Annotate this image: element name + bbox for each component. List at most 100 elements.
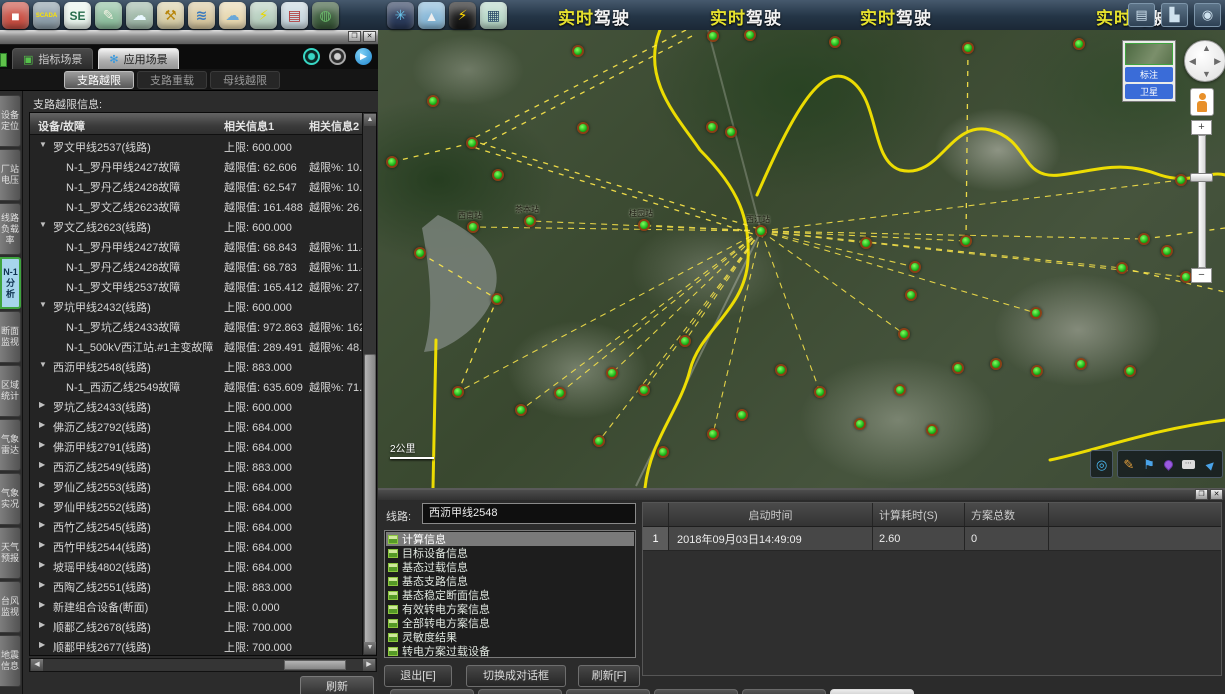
bottom-tab-stub[interactable] [390,689,474,694]
table-row[interactable]: ▼ 罗文乙线2623(线路) 上限: 600.000 [30,215,362,235]
target-toggle-icon[interactable] [329,48,346,65]
table-row[interactable]: ▶ 罗仙甲线2552(线路) 上限: 684.000 [30,495,362,515]
horizontal-scrollbar[interactable]: ◀ ▶ [29,658,377,672]
table-row[interactable]: ▶ 罗坑乙线2433(线路) 上限: 600.000 [30,395,362,415]
map-satellite-toggle[interactable]: 卫星 [1125,84,1173,99]
table-row[interactable]: ▶ 坡瑶甲线4802(线路) 上限: 684.000 [30,555,362,575]
sidebar-tab[interactable]: 厂站电压 [0,149,21,201]
table-row[interactable]: ▶ 西沥乙线2549(线路) 上限: 883.000 [30,455,362,475]
station-dot-icon[interactable] [905,289,917,301]
station-dot-icon[interactable] [427,95,439,107]
toolbar-window-icon[interactable]: ▤ [1128,3,1155,27]
navigate-arrow-icon[interactable]: ► [1201,455,1219,473]
scene-tab[interactable]: ▣ 指标场景 [12,48,93,69]
station-dot-icon[interactable] [854,418,866,430]
station-dot-icon[interactable] [414,247,426,259]
satellite-map[interactable]: 西南站 茶本站 桂园站 西江站 [378,30,1225,488]
sidebar-tab[interactable]: 气象雷达 [0,419,21,471]
expander-icon[interactable]: ▶ [39,520,45,529]
station-dot-icon[interactable] [707,30,719,42]
expander-icon[interactable]: ▶ [39,640,45,649]
toolbar-window-icon[interactable]: ◉ [1194,3,1221,27]
station-dot-icon[interactable] [1116,262,1128,274]
pan-up-icon[interactable]: ▲ [1202,43,1211,53]
table-row[interactable]: N-1_罗丹甲线2427故障 越限值: 62.606 越限%: 10.4 [30,155,362,175]
expander-icon[interactable]: ▼ [39,360,47,369]
station-dot-icon[interactable] [829,36,841,48]
table-row[interactable]: ▼ 罗文甲线2537(线路) 上限: 600.000 [30,135,362,155]
pencil-draw-icon[interactable]: ✎ [1123,458,1134,471]
list-item[interactable]: 有效转电方案信息 [386,602,634,616]
sidebar-tab[interactable]: 台风监视 [0,581,21,633]
station-dot-icon[interactable] [725,126,737,138]
station-dot-icon[interactable] [814,386,826,398]
map-pin-icon[interactable] [1162,458,1175,471]
flag-icon[interactable]: ⚑ [1143,458,1155,471]
scene-tab[interactable]: ✻ 应用场景 [98,48,178,69]
table-row[interactable]: N-1_罗文甲线2537故障 越限值: 165.412 越限%: 27.5 [30,275,362,295]
horizontal-scroll-thumb[interactable] [284,660,346,670]
station-dot-icon[interactable] [492,169,504,181]
expander-icon[interactable]: ▶ [39,460,45,469]
station-dot-icon[interactable] [452,386,464,398]
table-row[interactable]: N-1_西沥乙线2549故障 越限值: 635.609 越限%: 71.9 [30,375,362,395]
expander-icon[interactable]: ▶ [39,540,45,549]
table-row[interactable]: ▼ 罗坑甲线2432(线路) 上限: 600.000 [30,295,362,315]
expander-icon[interactable]: ▶ [39,580,45,589]
expander-icon[interactable]: ▼ [39,140,47,149]
station-dot-icon[interactable] [909,261,921,273]
station-dot-icon[interactable] [638,219,650,231]
app-icon[interactable]: ▤ [281,2,308,29]
app-icon[interactable]: ✎ [95,2,122,29]
app-icon[interactable]: ▦ [480,2,507,29]
table-row[interactable]: ▶ 西竹甲线2544(线路) 上限: 684.000 [30,535,362,555]
app-icon[interactable]: ☁ [219,2,246,29]
table-row[interactable]: N-1_罗坑乙线2433故障 越限值: 972.863 越限%: 162 [30,315,362,335]
table-row[interactable]: ▶ 顺鄱乙线2678(线路) 上限: 700.000 [30,615,362,635]
table-row[interactable]: ▶ 西陶乙线2551(线路) 上限: 883.000 [30,575,362,595]
table-row[interactable]: N-1_罗文乙线2623故障 越限值: 161.488 越限%: 26.9 [30,195,362,215]
vertical-scroll-thumb[interactable] [364,354,376,644]
zoom-slider-thumb[interactable] [1190,173,1213,182]
station-dot-icon[interactable] [1138,233,1150,245]
restore-icon[interactable]: ❐ [348,31,361,42]
station-dot-icon[interactable] [554,387,566,399]
station-dot-icon[interactable] [1161,245,1173,257]
target-locate-icon[interactable]: ◎ [1096,458,1107,471]
station-dot-icon[interactable] [491,293,503,305]
map-labels-toggle[interactable]: 标注 [1125,67,1173,82]
table-row[interactable]: ▶ 西竹乙线2545(线路) 上限: 684.000 [30,515,362,535]
panel-button[interactable]: 切换成对话框 [466,665,566,687]
bottom-tab-stub[interactable] [566,689,650,694]
sidebar-tab[interactable]: 天气预报 [0,527,21,579]
zoom-slider-track[interactable] [1198,135,1206,268]
sidebar-tab[interactable]: 线路负载率 [0,203,21,255]
station-dot-icon[interactable] [707,428,719,440]
sidebar-tab[interactable]: N-1分析 [0,257,21,309]
app-icon[interactable]: ✳ [387,2,414,29]
restore-icon[interactable]: ❐ [1195,489,1208,500]
station-dot-icon[interactable] [1124,365,1136,377]
station-dot-icon[interactable] [926,424,938,436]
expander-icon[interactable]: ▶ [39,480,45,489]
list-item[interactable]: 基态支路信息 [386,574,634,588]
station-dot-icon[interactable] [706,121,718,133]
sidebar-tab[interactable]: 地震信息 [0,635,21,687]
station-dot-icon[interactable] [577,122,589,134]
scroll-left-icon[interactable]: ◀ [31,659,43,671]
station-dot-icon[interactable] [593,435,605,447]
station-dot-icon[interactable] [898,328,910,340]
bottom-tab-stub[interactable] [742,689,826,694]
panel-button[interactable]: 刷新[F] [578,665,640,687]
zoom-out-button[interactable]: − [1191,268,1212,283]
table-row[interactable]: N-1_罗丹乙线2428故障 越限值: 62.547 越限%: 10.4 [30,175,362,195]
station-dot-icon[interactable] [524,215,536,227]
app-icon[interactable]: ☁ [126,2,153,29]
station-dot-icon[interactable] [755,225,767,237]
app-icon[interactable]: ◍ [312,2,339,29]
pan-down-icon[interactable]: ▼ [1202,69,1211,79]
app-icon[interactable]: ⚡ [449,2,476,29]
app-icon[interactable]: SE [64,2,91,29]
station-dot-icon[interactable] [952,362,964,374]
scroll-down-icon[interactable]: ▼ [364,642,376,654]
